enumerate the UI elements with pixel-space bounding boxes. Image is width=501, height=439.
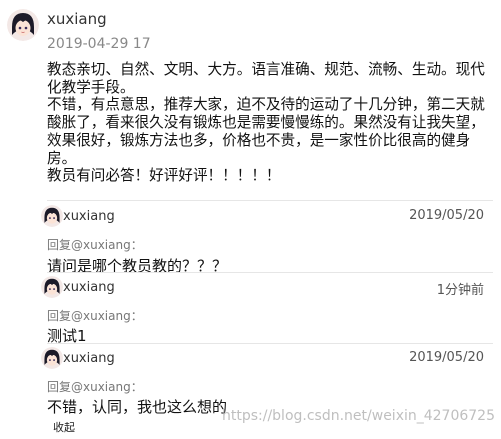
reply-time: 2019/05/20 (409, 350, 484, 365)
divider (47, 200, 493, 201)
review-paragraph: 教员有问必答！好评好评！！！！！ (47, 167, 281, 185)
avatar-anime-girl-icon (7, 9, 39, 41)
divider (47, 272, 493, 273)
review-paragraph: 不错，有点意思，推荐大家，迫不及待的运动了十几分钟，第二天就酸胀了，看来很久没有… (47, 96, 485, 167)
review-content: 教态亲切、自然、文明、大方。语言准确、规范、流畅、生动。现代化教学手段。 不错，… (47, 61, 492, 185)
reply-username[interactable]: xuxiang (63, 209, 115, 224)
avatar-anime-girl-icon (41, 205, 63, 227)
reply-avatar[interactable] (41, 205, 63, 227)
reply-to-label: 回复@xuxiang： (47, 309, 143, 323)
review-paragraph: 教态亲切、自然、文明、大方。语言准确、规范、流畅、生动。现代化教学手段。 (47, 61, 485, 96)
user-avatar[interactable] (7, 9, 39, 41)
reply-text: 不错，认同，我也这么想的 (47, 398, 228, 416)
reply-username[interactable]: xuxiang (63, 351, 115, 366)
avatar-anime-girl-icon (41, 276, 63, 298)
review-date: 2019-04-29 17 (47, 36, 151, 52)
reply-to-label: 回复@xuxiang： (47, 238, 143, 252)
divider (47, 343, 493, 344)
reply-username[interactable]: xuxiang (63, 280, 115, 295)
reply-time: 2019/05/20 (409, 208, 484, 223)
avatar-anime-girl-icon (41, 347, 63, 369)
reply-avatar[interactable] (41, 347, 63, 369)
watermark: https://blog.csdn.net/weixin_42706725 (221, 408, 495, 424)
collapse-button[interactable]: 收起 (53, 419, 75, 435)
reply-to-label: 回复@xuxiang： (47, 380, 143, 394)
reply-avatar[interactable] (41, 276, 63, 298)
review-username[interactable]: xuxiang (47, 10, 107, 28)
reply-time: 1分钟前 (436, 283, 484, 298)
